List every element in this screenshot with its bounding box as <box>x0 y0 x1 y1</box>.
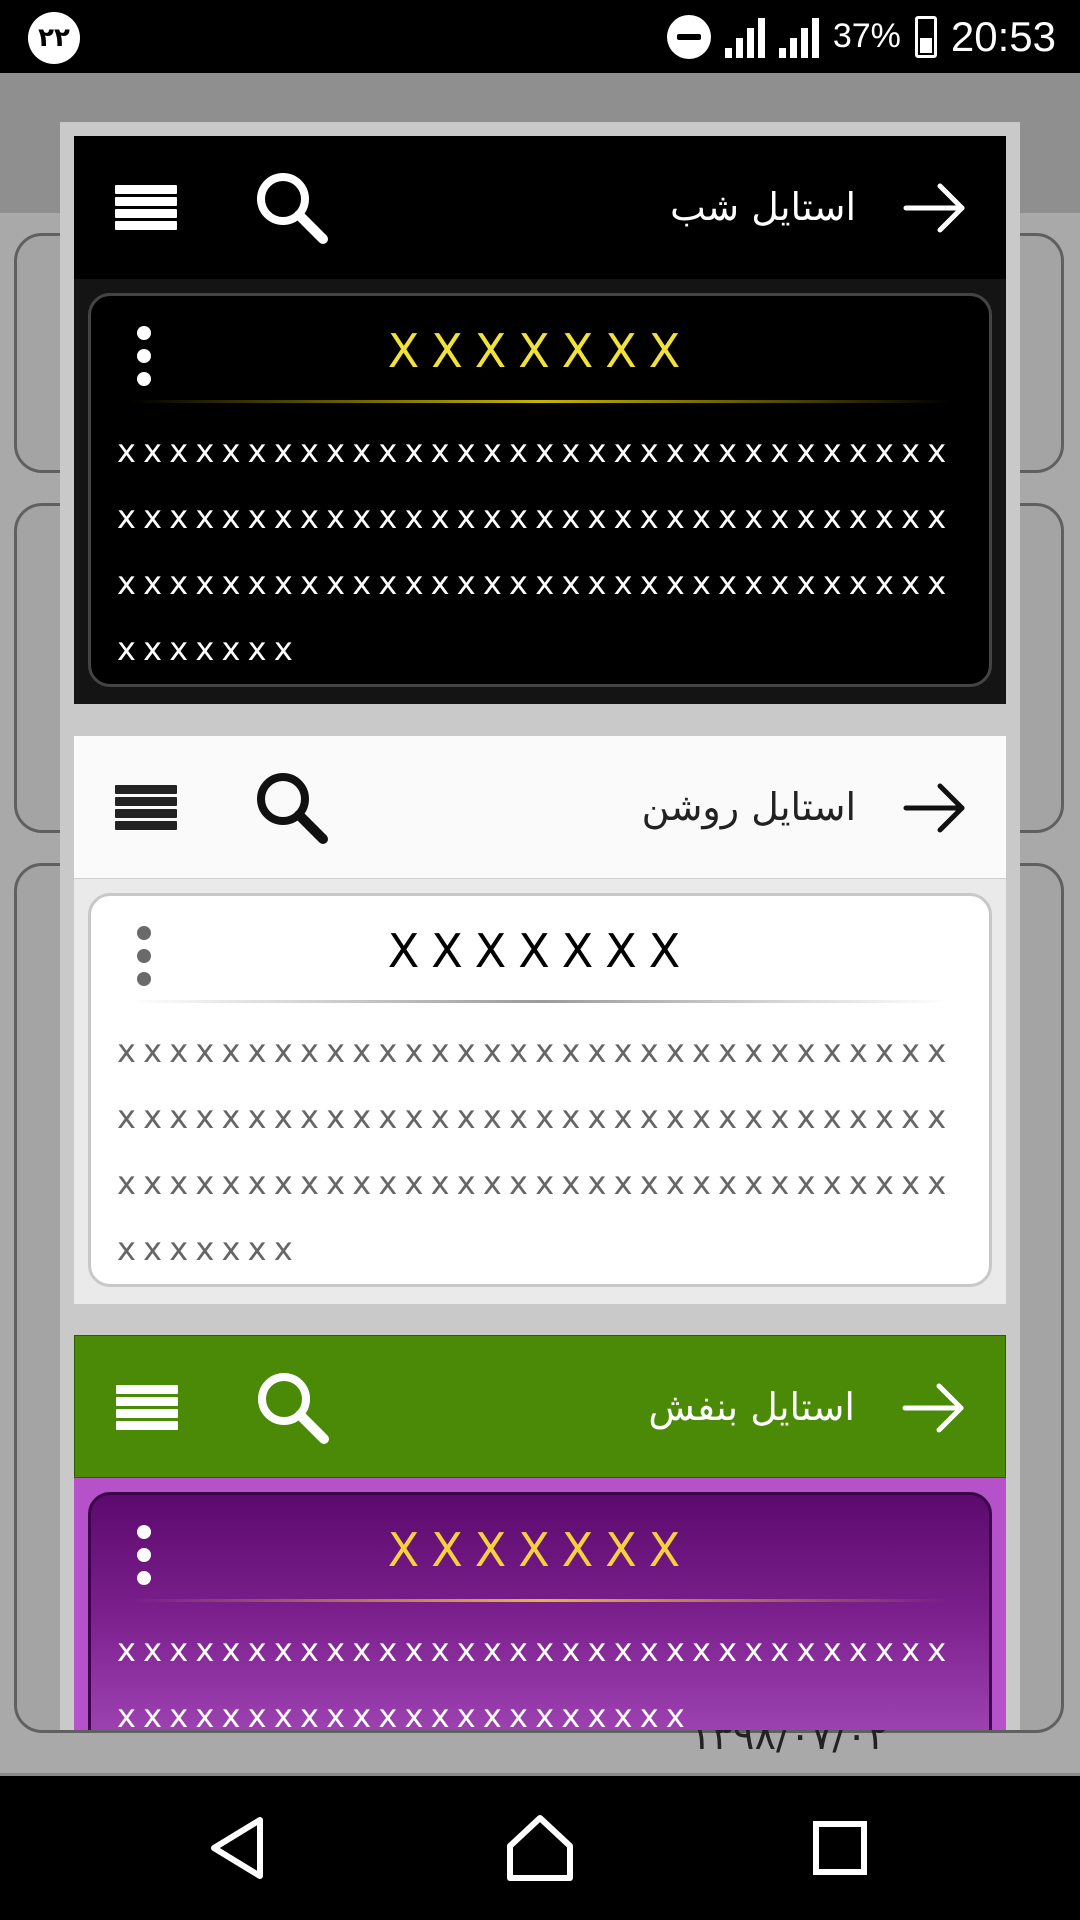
menu-icon <box>115 785 177 831</box>
style-toolbar: استایل روشن <box>74 736 1006 879</box>
arrow-right-icon <box>903 783 965 833</box>
preview-card-body: xxxxxxxxxxxxxxxxxxxxxxxxxxxxxxxxxxxxxxxx… <box>117 1032 954 1268</box>
preview-card-title: XXXXXXX <box>387 924 693 978</box>
search-icon <box>257 173 328 244</box>
home-icon[interactable] <box>500 1808 580 1888</box>
style-title: استایل بنفش <box>648 1385 855 1429</box>
style-title: استایل روشن <box>641 785 856 829</box>
style-preview-card: XXXXXXX xxxxxxxxxxxxxxxxxxxxxxxxxxxxxxxx… <box>88 1492 992 1730</box>
battery-percent: 37% <box>832 17 901 55</box>
arrow-right-icon <box>902 1383 964 1433</box>
preview-divider <box>131 1000 949 1003</box>
style-option-light[interactable]: استایل روشن XXXXXXX xxxxxxxxxxxxxxxxxxxx… <box>74 736 1006 1304</box>
do-not-disturb-icon <box>666 14 711 59</box>
signal-icon <box>778 16 819 58</box>
signal-icon <box>724 16 765 58</box>
style-toolbar: استایل شب <box>74 136 1006 279</box>
recents-icon[interactable] <box>800 1808 880 1888</box>
style-title: استایل شب <box>669 185 856 229</box>
navigation-bar <box>0 1776 1080 1920</box>
style-option-night[interactable]: استایل شب XXXXXXX xxxxxxxxxxxxxxxxxxxxxx… <box>74 136 1006 704</box>
arrow-right-icon <box>903 183 965 233</box>
search-icon <box>257 773 328 844</box>
style-preview-area: XXXXXXX xxxxxxxxxxxxxxxxxxxxxxxxxxxxxxxx… <box>74 879 1006 1304</box>
preview-card-title: XXXXXXX <box>387 324 693 378</box>
notification-badge: ۲۲ <box>28 12 80 64</box>
style-preview-card: XXXXXXX xxxxxxxxxxxxxxxxxxxxxxxxxxxxxxxx… <box>88 893 992 1287</box>
back-icon[interactable] <box>200 1808 280 1888</box>
style-toolbar: استایل بنفش <box>74 1335 1006 1478</box>
menu-icon <box>115 185 177 231</box>
search-icon <box>258 1373 329 1444</box>
style-picker-dialog: استایل شب XXXXXXX xxxxxxxxxxxxxxxxxxxxxx… <box>60 122 1020 1730</box>
preview-card-body: xxxxxxxxxxxxxxxxxxxxxxxxxxxxxxxxxxxxxxxx… <box>117 432 954 668</box>
style-preview-area: XXXXXXX xxxxxxxxxxxxxxxxxxxxxxxxxxxxxxxx… <box>74 279 1006 704</box>
style-preview-area: XXXXXXX xxxxxxxxxxxxxxxxxxxxxxxxxxxxxxxx… <box>74 1478 1006 1730</box>
preview-divider <box>131 400 949 403</box>
style-option-purple[interactable]: استایل بنفش XXXXXXX xxxxxxxxxxxxxxxxxxxx… <box>74 1335 1006 1730</box>
battery-icon <box>914 15 937 58</box>
preview-card-body: xxxxxxxxxxxxxxxxxxxxxxxxxxxxxxxxxxxxxxxx… <box>117 1631 954 1730</box>
clock: 20:53 <box>950 12 1056 60</box>
style-preview-card: XXXXXXX xxxxxxxxxxxxxxxxxxxxxxxxxxxxxxxx… <box>88 293 992 687</box>
status-bar: ۲۲ 37% 20:53 <box>0 0 1080 73</box>
menu-icon <box>116 1385 178 1431</box>
preview-card-title: XXXXXXX <box>387 1523 693 1577</box>
preview-divider <box>131 1599 949 1602</box>
